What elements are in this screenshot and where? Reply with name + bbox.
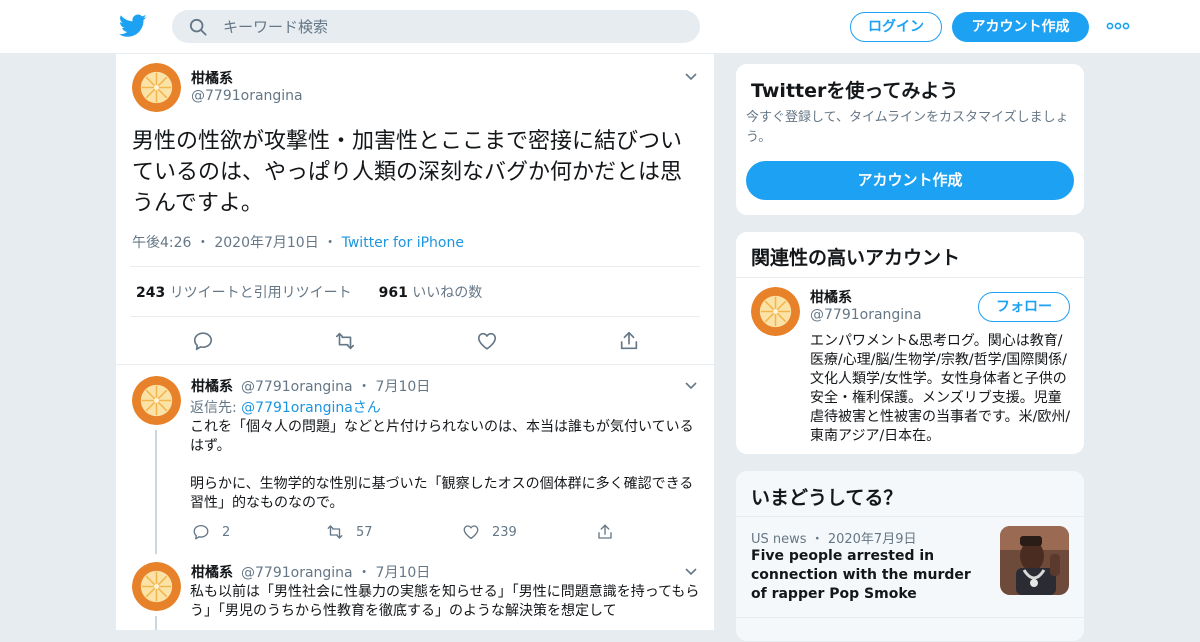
- orange-slice-avatar-icon: [751, 287, 800, 336]
- divider: [130, 316, 700, 317]
- reply-icon: [193, 524, 209, 540]
- tweet-stats: 243 リツイートと引用リツイート 961 いいねの数: [136, 282, 482, 302]
- reply-meta: @7791orangina ・ 7月10日: [241, 565, 431, 581]
- trend-meta: US news ・ 2020年7月9日: [751, 532, 917, 547]
- avatar[interactable]: [751, 287, 800, 336]
- tweet-text: 男性の性欲が攻撃性・加害性とここまで密接に結びついているのは、やっぱり人類の深刻…: [132, 129, 683, 216]
- reply-text: 明らかに、生物学的な性別に基づいた「観察したオスの個体群に多く確認できる習性」的…: [190, 476, 694, 511]
- avatar[interactable]: [132, 63, 181, 112]
- retweet-icon[interactable]: [334, 330, 356, 352]
- retweet-icon: [327, 525, 343, 539]
- avatar[interactable]: [132, 562, 181, 611]
- heart-icon: [463, 525, 479, 540]
- tweet-timestamp: 午後4:26 ・ 2020年7月10日 ・ Twitter for iPhone: [132, 235, 464, 251]
- reply-author-handle[interactable]: @7791orangina: [241, 565, 353, 581]
- timeline-column: 柑橘系 @7791orangina 男性の性欲が攻撃性・加害性とここまで密接に結…: [115, 54, 715, 630]
- retweet-count: 57: [356, 524, 373, 540]
- reply-text: これを「個々人の問題」などと片付けられないのは、本当は誰もが気付いているはず。: [190, 419, 694, 454]
- related-account-bio: エンパワメント&思考ログ。関心は教育/医療/心理/脳/生物学/宗教/哲学/国際関…: [810, 333, 1071, 444]
- tweet-source[interactable]: Twitter for iPhone: [342, 235, 464, 251]
- related-account-name[interactable]: 柑橘系: [810, 287, 852, 307]
- trends-card: いまどうしてる？ US news ・ 2020年7月9日 Five people…: [735, 470, 1085, 642]
- trend-date: 2020年7月9日: [827, 532, 917, 547]
- more-options-icon[interactable]: [1106, 20, 1130, 32]
- trend-thumbnail[interactable]: [1000, 526, 1069, 595]
- reply-author-handle[interactable]: @7791orangina: [241, 379, 353, 395]
- follow-button[interactable]: フォロー: [978, 292, 1070, 322]
- divider: [736, 277, 1084, 278]
- reply-date[interactable]: 7月10日: [376, 379, 431, 395]
- avatar[interactable]: [132, 376, 181, 425]
- reply-to-prefix: 返信先:: [190, 400, 242, 416]
- search-icon: [189, 18, 207, 36]
- login-button[interactable]: ログイン: [850, 12, 942, 42]
- news-photo-thumbnail: [1000, 526, 1069, 595]
- share-icon[interactable]: [618, 330, 640, 352]
- divider: [736, 617, 1084, 618]
- search-box[interactable]: [172, 10, 700, 43]
- reply-date[interactable]: 7月10日: [376, 565, 431, 581]
- reply-icon[interactable]: [192, 330, 214, 352]
- orange-slice-avatar-icon: [132, 562, 181, 611]
- tweet-author-handle[interactable]: @7791orangina: [191, 88, 303, 104]
- reply-text: 私も以前は「男性社会に性暴力の実態を知らせる」「男性に問題意識を持ってもらう」「…: [190, 584, 700, 619]
- chevron-down-icon[interactable]: [684, 380, 698, 390]
- reply-count: 2: [222, 524, 231, 540]
- like-count[interactable]: 961: [379, 285, 408, 301]
- thread-line: [155, 430, 157, 554]
- retweet-label[interactable]: リツイートと引用リツイート: [170, 285, 352, 301]
- signup-card-title: Twitterを使ってみよう: [751, 80, 959, 102]
- divider: [130, 266, 700, 267]
- divider: [736, 516, 1084, 517]
- tweet-date[interactable]: 2020年7月10日: [214, 235, 318, 251]
- reply-to-line: 返信先: @7791oranginaさん: [190, 397, 381, 417]
- reply-action[interactable]: 2: [192, 523, 230, 541]
- share-icon[interactable]: [596, 523, 614, 541]
- signup-card-subtitle: 今すぐ登録して、タイムラインをカスタマイズしましょう。: [746, 110, 1069, 145]
- chevron-down-icon[interactable]: [684, 566, 698, 576]
- related-card-title: 関連性の高いアカウント: [751, 247, 961, 269]
- signup-button[interactable]: アカウント作成: [952, 12, 1089, 42]
- chevron-down-icon[interactable]: [684, 71, 698, 81]
- like-action[interactable]: 239: [462, 523, 517, 541]
- like-count: 239: [492, 524, 517, 540]
- top-bar: ログイン アカウント作成: [0, 0, 1200, 54]
- search-input[interactable]: [223, 15, 683, 39]
- heart-icon[interactable]: [476, 330, 498, 352]
- retweet-count[interactable]: 243: [136, 285, 165, 301]
- tweet-author-name[interactable]: 柑橘系: [191, 68, 233, 88]
- reply-author-name[interactable]: 柑橘系: [191, 376, 233, 396]
- trend-headline[interactable]: Five people arrested in connection with …: [751, 547, 991, 604]
- signup-card-button[interactable]: アカウント作成: [746, 161, 1074, 200]
- tweet-time[interactable]: 午後4:26: [132, 235, 191, 251]
- trend-category: US news: [751, 532, 807, 547]
- related-account-handle[interactable]: @7791orangina: [810, 307, 922, 323]
- orange-slice-avatar-icon: [132, 376, 181, 425]
- reply-author-name[interactable]: 柑橘系: [191, 562, 233, 582]
- trends-card-title: いまどうしてる？: [751, 487, 903, 509]
- orange-slice-avatar-icon: [132, 63, 181, 112]
- divider: [116, 364, 714, 365]
- twitter-bird-icon[interactable]: [119, 13, 147, 39]
- like-label[interactable]: いいねの数: [412, 285, 482, 301]
- signup-card: Twitterを使ってみよう 今すぐ登録して、タイムラインをカスタマイズしましょ…: [735, 63, 1085, 216]
- thread-line: [155, 616, 157, 630]
- related-accounts-card: 関連性の高いアカウント 柑橘系 @7791orangina フォロー エンパワメ…: [735, 231, 1085, 455]
- reply-to-handle[interactable]: @7791oranginaさん: [241, 400, 381, 416]
- reply-meta: @7791orangina ・ 7月10日: [241, 379, 431, 395]
- retweet-action[interactable]: 57: [326, 523, 373, 541]
